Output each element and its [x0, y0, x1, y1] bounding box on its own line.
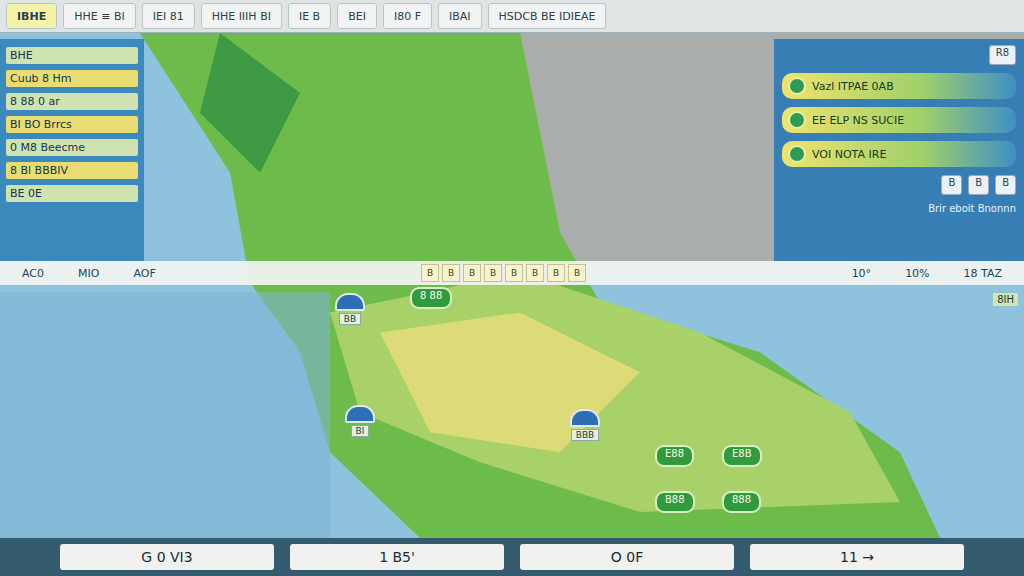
map-pin[interactable]: 8 88	[410, 287, 452, 309]
map-pin[interactable]: E88	[655, 445, 694, 467]
bottom-item[interactable]: 1 B5'	[290, 544, 504, 570]
map-pin[interactable]: 888	[722, 491, 761, 513]
left-panel-line[interactable]: Cuub 8 Hm	[6, 70, 138, 87]
top-tab[interactable]: HSDCB BE IDIEAE	[488, 3, 607, 29]
left-panel: BHE Cuub 8 Hm 8 88 0 ar BI BO Brrcs 0 M8 Bee…	[0, 39, 144, 261]
map-pin[interactable]: B88	[655, 491, 695, 513]
key-button[interactable]: B	[505, 264, 523, 282]
key-row: BBBBBBBB	[421, 264, 586, 282]
map-pin[interactable]: E8B	[722, 445, 762, 467]
panel-footer: Brir eboit Bnonnn	[782, 203, 1016, 214]
info-bar: AC0MIOAOFBBBBBBBB10°10%18 TAZ8IH	[0, 261, 1024, 285]
left-panel-line[interactable]: 8 Bl BBBIV	[6, 162, 138, 179]
info-label: MIO	[66, 267, 111, 280]
top-tab[interactable]: BEI	[337, 3, 377, 29]
key-button[interactable]: B	[421, 264, 439, 282]
key-button[interactable]: B	[526, 264, 544, 282]
left-panel-line[interactable]: 0 M8 Beecme	[6, 139, 138, 156]
map-tag: B88	[655, 491, 695, 513]
map-tag: 888	[722, 491, 761, 513]
top-tab[interactable]: HHE ≡ BI	[63, 3, 136, 29]
map-pin[interactable]: BBB	[570, 409, 600, 441]
bottom-item[interactable]: G 0 VI3	[60, 544, 274, 570]
info-reading: 18 TAZ	[952, 267, 1014, 280]
map-tag: E8B	[722, 445, 762, 467]
station-label: BBB	[571, 429, 600, 441]
station-icon	[570, 409, 600, 427]
panel-button[interactable]: B	[968, 175, 989, 195]
layer-card[interactable]: VOI NOTA IRE	[782, 141, 1016, 167]
left-panel-line[interactable]: BHE	[6, 47, 138, 64]
top-tab[interactable]: IEI 81	[142, 3, 195, 29]
station-icon	[335, 293, 365, 311]
station-label: BB	[339, 313, 361, 325]
key-button[interactable]: B	[463, 264, 481, 282]
map-pin[interactable]: BI	[345, 405, 375, 437]
key-button[interactable]: B	[568, 264, 586, 282]
left-panel-line[interactable]: BE 0E	[6, 185, 138, 202]
info-reading: 10%	[893, 267, 941, 280]
info-reading: 10°	[840, 267, 884, 280]
info-label: AOF	[121, 267, 167, 280]
layer-card[interactable]: EE ELP NS SUCIE	[782, 107, 1016, 133]
key-button[interactable]: B	[484, 264, 502, 282]
bottom-item[interactable]: 11 →	[750, 544, 964, 570]
key-button[interactable]: B	[547, 264, 565, 282]
key-button[interactable]: B	[442, 264, 460, 282]
globe-icon	[788, 111, 806, 129]
weather-map-screen: IBHEHHE ≡ BIIEI 81HHE IIIH BIIE BBEII80 …	[0, 0, 1024, 576]
top-bar: IBHEHHE ≡ BIIEI 81HHE IIIH BIIE BBEII80 …	[0, 0, 1024, 33]
map-tag: E88	[655, 445, 694, 467]
panel-button[interactable]: R8	[989, 45, 1016, 65]
globe-icon	[788, 145, 806, 163]
map-tag: 8 88	[410, 287, 452, 309]
top-tab[interactable]: IBHE	[6, 3, 57, 29]
top-tab[interactable]: HHE IIIH BI	[201, 3, 282, 29]
left-panel-line[interactable]: BI BO Brrcs	[6, 116, 138, 133]
bottom-bar: G 0 VI3 1 B5' O 0F 11 →	[0, 538, 1024, 576]
globe-icon	[788, 77, 806, 95]
station-label: BI	[351, 425, 370, 437]
station-icon	[345, 405, 375, 423]
map-area: BHE Cuub 8 Hm 8 88 0 ar BI BO Brrcs 0 M8 Bee…	[0, 33, 1024, 538]
layer-card[interactable]: Vazl ITPAE 0AB	[782, 73, 1016, 99]
left-panel-line[interactable]: 8 88 0 ar	[6, 93, 138, 110]
top-tab[interactable]: I80 F	[383, 3, 432, 29]
right-panel: R8 Vazl ITPAE 0AB EE ELP NS SUCIE VOI NOTA …	[774, 39, 1024, 261]
corner-badge: 8IH	[993, 293, 1018, 306]
map-pin[interactable]: BB	[335, 293, 365, 325]
map-pins-layer: BB 8 88 BI BBB E88 E8B B88 888	[0, 285, 1024, 538]
panel-button[interactable]: B	[995, 175, 1016, 195]
top-tab[interactable]: IE B	[288, 3, 331, 29]
top-tab[interactable]: IBAI	[438, 3, 482, 29]
info-label: AC0	[10, 267, 56, 280]
panel-button[interactable]: B	[941, 175, 962, 195]
bottom-item[interactable]: O 0F	[520, 544, 734, 570]
